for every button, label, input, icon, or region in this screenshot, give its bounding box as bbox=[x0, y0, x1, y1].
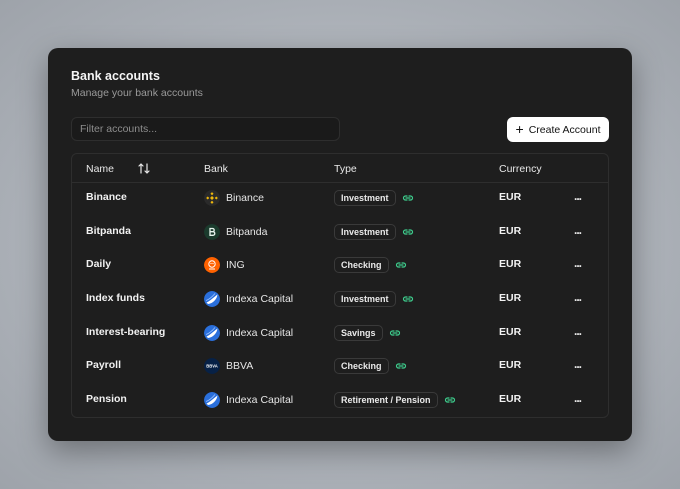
bank-name: Bitpanda bbox=[226, 225, 268, 238]
currency: EUR bbox=[499, 325, 522, 338]
currency: EUR bbox=[499, 224, 522, 237]
account-type-badge: Savings bbox=[334, 324, 383, 341]
table-row[interactable]: Bitpanda Bitpanda Investment EUR... bbox=[72, 217, 608, 251]
account-name: Bitpanda bbox=[86, 224, 131, 237]
sort-arrows-icon[interactable] bbox=[138, 162, 150, 175]
more-actions-button[interactable]: ... bbox=[574, 290, 582, 304]
bank-cell: Indexa Capital bbox=[204, 324, 294, 341]
link-icon bbox=[402, 195, 413, 201]
more-actions-button[interactable]: ... bbox=[574, 256, 582, 270]
account-name: Pension bbox=[86, 393, 127, 406]
currency: EUR bbox=[499, 292, 522, 305]
bank-name: Binance bbox=[226, 192, 264, 204]
more-actions-button[interactable]: ... bbox=[574, 391, 582, 405]
account-type-badge: Retirement / Pension bbox=[334, 392, 438, 409]
bank-cell: BBVA BBVA bbox=[204, 358, 254, 375]
currency: EUR bbox=[499, 359, 522, 372]
bank-accounts-card: Bank accounts Manage your bank accounts … bbox=[48, 48, 632, 441]
more-actions-button[interactable]: ... bbox=[574, 189, 582, 203]
bank-cell: Binance bbox=[204, 190, 264, 206]
table-header: Name Bank Type Currency bbox=[72, 154, 608, 183]
bank-cell: ING bbox=[204, 257, 245, 274]
table-row[interactable]: Payroll BBVA BBVA Checking EUR... bbox=[72, 351, 608, 385]
column-header-bank: Bank bbox=[204, 163, 228, 175]
account-name: Index funds bbox=[86, 292, 145, 305]
account-type-badge: Investment bbox=[334, 291, 396, 308]
type-cell: Investment bbox=[334, 291, 414, 308]
create-account-label: Create Account bbox=[528, 123, 601, 136]
accounts-table: Name Bank Type Currency Binance Binance In… bbox=[71, 153, 609, 418]
table-row[interactable]: Binance Binance Investment EUR... bbox=[72, 183, 608, 217]
bank-cell: Indexa Capital bbox=[204, 291, 294, 308]
table-row[interactable]: Pension Indexa Capital Retirement / Pensio… bbox=[72, 385, 608, 417]
bank-name: ING bbox=[226, 259, 245, 272]
account-type-badge: Investment bbox=[334, 223, 396, 240]
bank-name: Indexa Capital bbox=[226, 326, 294, 339]
table-row[interactable]: Index funds Indexa Capital Investment EUR..… bbox=[72, 284, 608, 318]
svg-text:BBVA: BBVA bbox=[206, 364, 218, 369]
column-header-currency: Currency bbox=[499, 163, 542, 175]
link-icon bbox=[389, 330, 400, 336]
bank-name: Indexa Capital bbox=[226, 394, 294, 407]
type-cell: Savings bbox=[334, 324, 401, 341]
account-name: Daily bbox=[86, 258, 112, 271]
page-subtitle: Manage your bank accounts bbox=[71, 87, 203, 99]
table-body: Binance Binance Investment EUR... Bitpanda Bi… bbox=[72, 183, 608, 417]
bank-name: BBVA bbox=[226, 360, 254, 373]
account-type-badge: Investment bbox=[334, 190, 396, 206]
currency: EUR bbox=[499, 258, 522, 271]
currency: EUR bbox=[499, 393, 522, 406]
account-name: Interest-bearing bbox=[86, 325, 166, 338]
page-title: Bank accounts bbox=[71, 69, 160, 83]
bank-logo-icon: BBVA bbox=[204, 358, 220, 375]
more-actions-button[interactable]: ... bbox=[574, 357, 582, 371]
more-actions-button[interactable]: ... bbox=[574, 324, 582, 338]
type-cell: Investment bbox=[334, 190, 414, 206]
bank-cell: Indexa Capital bbox=[204, 392, 294, 409]
link-icon bbox=[395, 262, 406, 268]
type-cell: Investment bbox=[334, 223, 414, 240]
table-row[interactable]: Daily ING Checking EUR... bbox=[72, 250, 608, 284]
account-name: Binance bbox=[86, 191, 127, 203]
bank-logo-icon bbox=[204, 190, 220, 206]
type-cell: Checking bbox=[334, 257, 407, 274]
account-type-badge: Checking bbox=[334, 358, 389, 375]
column-header-type: Type bbox=[334, 163, 357, 175]
account-name: Payroll bbox=[86, 359, 122, 372]
more-actions-button[interactable]: ... bbox=[574, 223, 582, 237]
table-row[interactable]: Interest-bearing Indexa Capital Savings EUR… bbox=[72, 318, 608, 352]
bank-logo-icon bbox=[204, 324, 220, 341]
bank-logo-icon bbox=[204, 291, 220, 308]
create-account-button[interactable]: + Create Account bbox=[507, 117, 609, 142]
bank-logo-icon bbox=[204, 392, 220, 409]
currency: EUR bbox=[499, 191, 522, 203]
bank-logo-icon bbox=[204, 257, 220, 274]
link-icon bbox=[395, 363, 406, 370]
link-icon bbox=[402, 229, 413, 235]
link-icon bbox=[402, 296, 413, 302]
type-cell: Retirement / Pension bbox=[334, 392, 456, 409]
bank-logo-icon bbox=[204, 223, 220, 240]
plus-icon: + bbox=[515, 121, 524, 137]
type-cell: Checking bbox=[334, 358, 407, 375]
link-icon bbox=[444, 397, 455, 403]
account-type-badge: Checking bbox=[334, 257, 389, 274]
filter-accounts-input[interactable] bbox=[71, 117, 340, 141]
column-header-name[interactable]: Name bbox=[86, 163, 150, 175]
bank-cell: Bitpanda bbox=[204, 223, 268, 240]
bank-name: Indexa Capital bbox=[226, 293, 294, 306]
